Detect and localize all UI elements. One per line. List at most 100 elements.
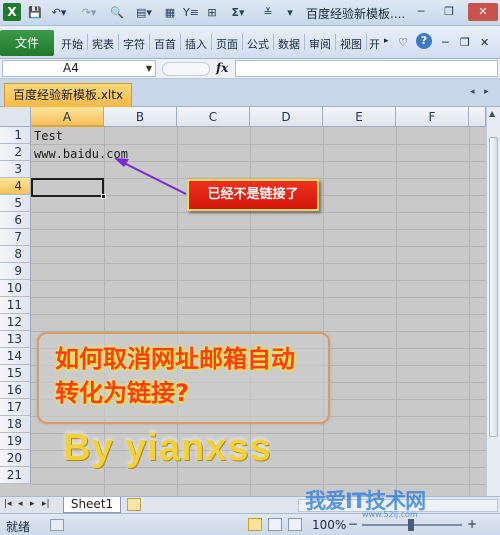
zoom-in-icon[interactable]: + [467, 517, 477, 531]
tab-scroll-right-icon[interactable]: ▸ [484, 87, 489, 97]
formula-divider [162, 62, 210, 76]
tab-data[interactable]: 数据 [278, 36, 300, 52]
tab-separator [304, 34, 305, 50]
doc-restore-icon[interactable]: ❐ [460, 36, 470, 49]
tab-3[interactable]: 字符 [123, 36, 145, 52]
save-icon[interactable]: 💾 [27, 4, 43, 22]
print-preview-icon[interactable]: 🔍 [108, 4, 126, 22]
row-header[interactable]: 9 [0, 263, 31, 280]
help-icon[interactable]: ? [416, 33, 432, 49]
gridline [31, 280, 486, 281]
tab-review[interactable]: 审阅 [309, 36, 331, 52]
row-header[interactable]: 11 [0, 297, 31, 314]
workbook-tab-bar: 百度经验新模板.xltx ◂ ▸ [0, 79, 500, 107]
redo-icon[interactable]: ↷▾ [78, 4, 100, 22]
undo-icon[interactable]: ↶▾ [48, 4, 70, 22]
vertical-scrollbar[interactable]: ▲ [486, 107, 500, 496]
gridline [31, 246, 486, 247]
autosum-icon[interactable]: Σ▾ [228, 4, 248, 22]
row-header[interactable]: 7 [0, 229, 31, 246]
vertical-scroll-thumb[interactable] [489, 137, 498, 437]
row-header[interactable]: 18 [0, 416, 31, 433]
name-box[interactable]: A4 ▼ [2, 60, 156, 77]
annotation-heading: 如何取消网址邮箱自动 转化为链接? [55, 342, 335, 410]
tab-scroll-right-icon[interactable]: ▸ [384, 36, 389, 46]
gridline [31, 297, 486, 298]
tab-formulas[interactable]: 公式 [247, 36, 269, 52]
qat-dropdown-icon[interactable]: ▾ [283, 4, 297, 22]
restore-icon[interactable]: ❐ [438, 3, 460, 21]
scroll-up-icon[interactable]: ▲ [489, 109, 495, 118]
page-break-view-icon[interactable] [288, 518, 302, 531]
name-box-value: A4 [63, 61, 79, 75]
row-header[interactable]: 17 [0, 399, 31, 416]
gridline [31, 314, 486, 315]
close-icon[interactable]: ✕ [468, 3, 498, 21]
sheet-tab-sheet1[interactable]: Sheet1 [63, 497, 121, 513]
annotation-heading-line1: 如何取消网址邮箱自动 [55, 345, 295, 373]
insert-function-icon[interactable]: fx [216, 61, 228, 75]
minimize-icon[interactable]: ─ [410, 3, 432, 21]
tab-separator [242, 34, 243, 50]
page-layout-view-icon[interactable] [268, 518, 282, 531]
ribbon: 文件 开始 宪表 字符 百首 插入 页面 公式 数据 审阅 视图 开 ▸ ♡ ?… [0, 26, 500, 59]
tab-separator [87, 34, 88, 50]
first-sheet-icon[interactable]: |◂ [4, 499, 12, 509]
callout-label: 已经不是链接了 [187, 179, 319, 211]
next-sheet-icon[interactable]: ▸ [30, 499, 35, 509]
window-title: 百度经验新模板.... [306, 7, 406, 21]
tab-separator [273, 34, 274, 50]
tab-home[interactable]: 开始 [61, 36, 83, 52]
status-bar: 就绪 100% − + [0, 513, 500, 535]
tab-insert[interactable]: 插入 [185, 36, 207, 52]
excel-logo-icon: X [3, 3, 21, 21]
borders-icon[interactable]: ⊞ [204, 4, 220, 22]
normal-view-icon[interactable] [248, 518, 262, 531]
gridline [31, 229, 486, 230]
tab-developer[interactable]: 开 [369, 36, 380, 52]
last-sheet-icon[interactable]: ▸| [42, 499, 50, 509]
doc-minimize-icon[interactable]: ─ [442, 36, 449, 49]
layout-icon[interactable]: ▤▾ [132, 4, 156, 22]
file-tab[interactable]: 文件 [0, 30, 54, 56]
annotation-box: 如何取消网址邮箱自动 转化为链接? [37, 332, 330, 424]
zoom-slider-thumb[interactable] [408, 519, 414, 531]
tab-separator [118, 34, 119, 50]
zoom-level[interactable]: 100% [312, 518, 346, 532]
tab-page[interactable]: 页面 [216, 36, 238, 52]
zoom-out-icon[interactable]: − [348, 517, 358, 531]
tab-4[interactable]: 百首 [154, 36, 176, 52]
row-header[interactable]: 10 [0, 280, 31, 297]
watermark-url: www.52ij.com [362, 510, 418, 519]
row-header[interactable]: 14 [0, 348, 31, 365]
row-header[interactable]: 20 [0, 450, 31, 467]
formula-input[interactable] [235, 60, 498, 77]
filter-icon[interactable]: Y≡ [182, 4, 200, 22]
macro-record-icon[interactable] [50, 519, 64, 531]
prev-sheet-icon[interactable]: ◂ [18, 499, 23, 509]
row-header[interactable]: 19 [0, 433, 31, 450]
doc-close-icon[interactable]: ✕ [480, 36, 489, 49]
author-signature: By yianxss [63, 427, 272, 469]
row-header[interactable]: 21 [0, 467, 31, 484]
tab-separator [180, 34, 181, 50]
row-header[interactable]: 12 [0, 314, 31, 331]
annotation-heading-line2: 转化为链接? [55, 379, 189, 407]
align-icon[interactable]: ≚ [260, 4, 276, 22]
workbook-tab[interactable]: 百度经验新模板.xltx [4, 83, 132, 107]
calculator-icon[interactable]: ▦ [163, 4, 177, 22]
tab-2[interactable]: 宪表 [92, 36, 114, 52]
insert-sheet-icon[interactable] [127, 498, 141, 511]
row-header[interactable]: 15 [0, 365, 31, 382]
row-header[interactable]: 8 [0, 246, 31, 263]
tab-separator [335, 34, 336, 50]
formula-bar: A4 ▼ fx [0, 59, 500, 79]
tab-view[interactable]: 视图 [340, 36, 362, 52]
worksheet-grid[interactable]: A B C D E F 1 2 3 4 5 6 7 8 9 10 11 12 1… [0, 107, 486, 496]
row-header[interactable]: 13 [0, 331, 31, 348]
tab-scroll-left-icon[interactable]: ◂ [470, 87, 475, 97]
status-ready: 就绪 [6, 520, 31, 534]
chevron-down-icon[interactable]: ▼ [146, 61, 152, 76]
row-header[interactable]: 16 [0, 382, 31, 399]
collapse-ribbon-icon[interactable]: ♡ [398, 36, 408, 49]
